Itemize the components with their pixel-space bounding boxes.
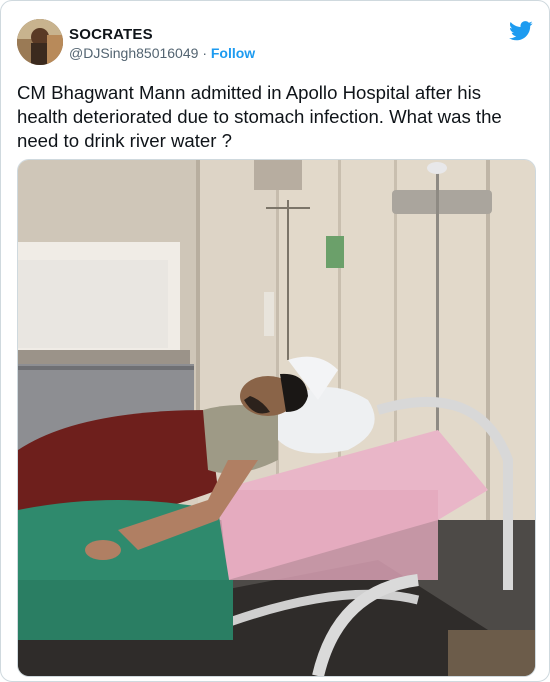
tweet-text: CM Bhagwant Mann admitted in Apollo Hosp…: [17, 82, 502, 151]
tweet-card: SOCRATES @DJSingh85016049 · Follow CM Bh…: [0, 0, 550, 682]
separator-dot: ·: [202, 45, 207, 61]
tweet-photo[interactable]: [17, 159, 536, 677]
twitter-bird-icon[interactable]: [509, 21, 533, 41]
author-display-name[interactable]: SOCRATES: [69, 26, 153, 43]
author-handle-row: @DJSingh85016049 · Follow: [69, 45, 255, 61]
follow-button[interactable]: Follow: [211, 45, 255, 61]
avatar[interactable]: [17, 19, 63, 65]
author-handle[interactable]: @DJSingh85016049: [69, 45, 198, 61]
